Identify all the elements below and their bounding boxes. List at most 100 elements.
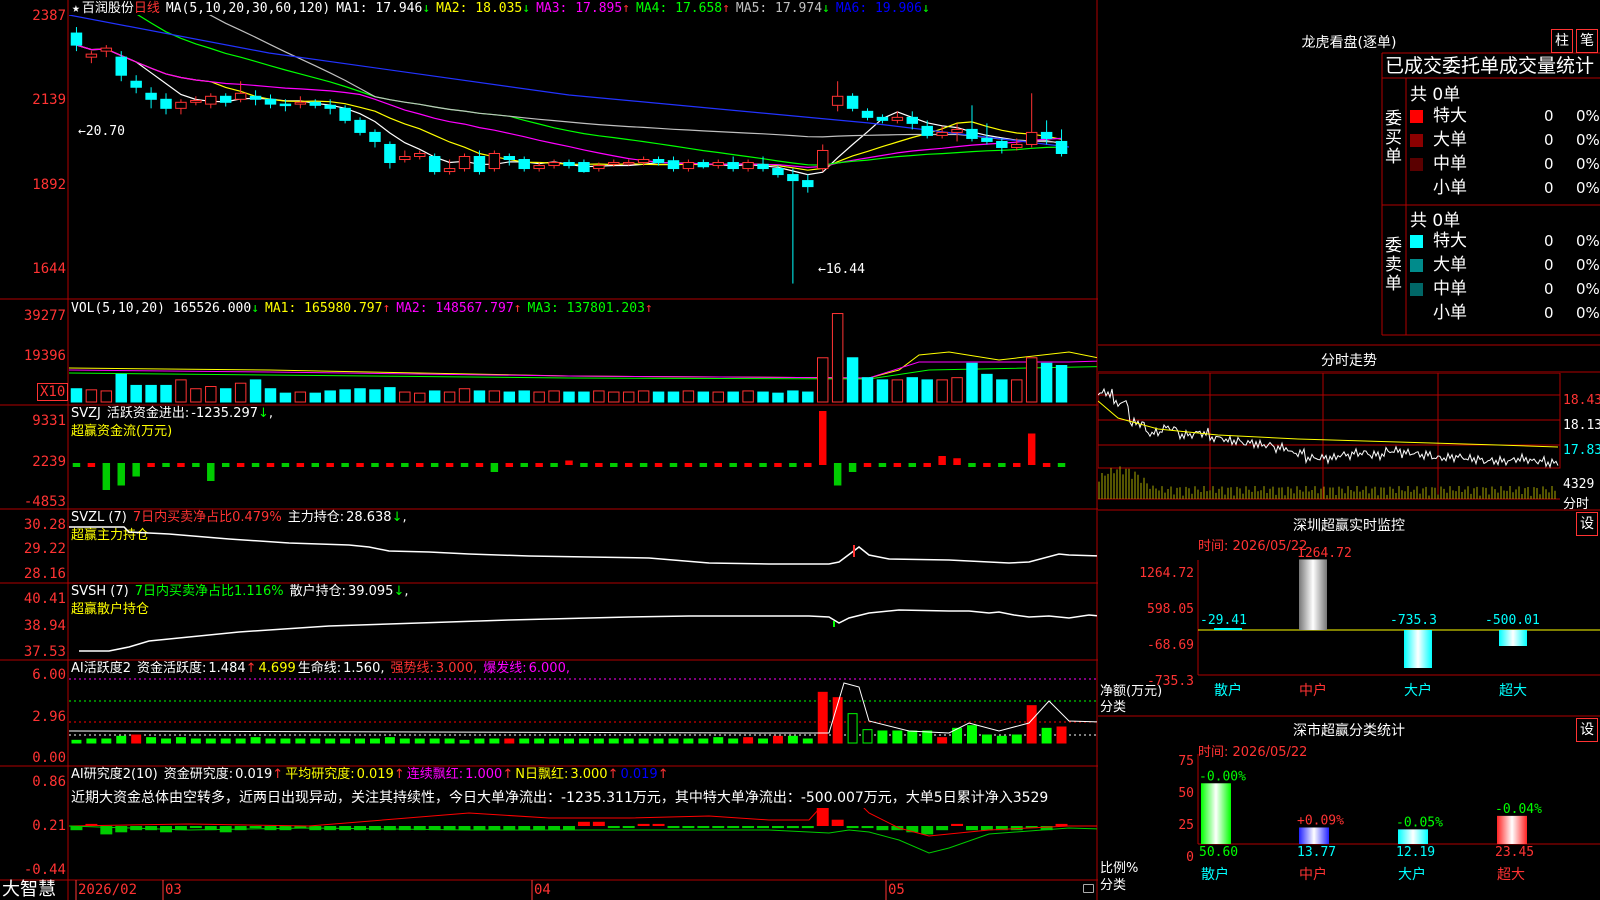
candle: [219, 95, 232, 103]
lock-icon[interactable]: [1083, 884, 1094, 893]
candle: [727, 162, 739, 170]
activity-bar: [474, 738, 485, 744]
activity-line: [69, 682, 1097, 734]
activity-bar: [369, 738, 380, 744]
volume-bar: [518, 390, 530, 403]
sell-name: 大单: [1433, 255, 1467, 275]
activity-bar: [713, 737, 724, 744]
sell-count: 0: [1544, 232, 1554, 250]
ss-bar: [1299, 827, 1329, 844]
candle: [757, 163, 769, 170]
candle: [324, 104, 336, 109]
svzj-bar: [863, 463, 872, 467]
activity-bar: [593, 738, 604, 744]
ss-stat-chart[interactable]: -0.00% 50.60 散户 +0.09% 13.77 中户 -0.05% 12.19 大户 -…: [1098, 744, 1600, 900]
research-bar: [369, 826, 381, 831]
volume-bar: [772, 392, 784, 403]
intraday-chart[interactable]: [1098, 373, 1600, 509]
svzl-line-chart[interactable]: [69, 510, 1097, 583]
ai2-v4: 3.000: [570, 767, 608, 782]
sell-pct: 0%: [1576, 232, 1600, 250]
research-bar: [861, 826, 874, 829]
svzj-bar: [624, 463, 633, 467]
candle: [414, 152, 426, 158]
svzj-bar: [430, 463, 439, 467]
sz-monitor-chart[interactable]: -29.41 散户 1264.72 中户 -735.3 大户 -500.01 超大: [1098, 540, 1600, 715]
main-header: ★ 百润股份日线 MA(5,10,20,30,60,120) MA1: 17.946↓…: [72, 1, 942, 16]
ss-bar-value: 13.77: [1297, 845, 1336, 860]
sell-pct: 0%: [1576, 256, 1600, 274]
buy-pct: 0%: [1576, 155, 1600, 173]
activity-bar: [444, 738, 455, 744]
ma-indicator-6: MA6: 19.906: [835, 1, 922, 16]
ss-bar-delta: -0.04%: [1495, 802, 1542, 817]
volume-chart[interactable]: [69, 300, 1097, 404]
research-bar: [757, 826, 769, 829]
sz-settings-button[interactable]: 设: [1576, 512, 1598, 536]
svzj-bar: [207, 463, 215, 481]
sell-count: 0: [1544, 304, 1554, 322]
activity-bar: [578, 738, 589, 744]
vol-unit: X10: [37, 383, 69, 401]
buy-row: 中单 0 0%: [1410, 152, 1600, 176]
svzj-bar: [1027, 433, 1036, 465]
ma-indicator-5: MA5: 17.974: [735, 1, 823, 16]
period-label[interactable]: 日线: [134, 1, 160, 16]
ai1-chart[interactable]: [69, 661, 1097, 765]
sell-label: 委卖单: [1385, 236, 1402, 294]
activity-bar: [549, 738, 560, 744]
vol-y-tick: 19396: [23, 348, 66, 364]
svzj-y-tick: -4853: [23, 494, 66, 510]
ma-arrow-3: ↑: [622, 1, 630, 16]
volume-bar: [190, 388, 202, 403]
candle: [473, 156, 486, 173]
ma-line-4: [137, 15, 1062, 166]
svzj-bar: [953, 458, 961, 465]
candle: [1011, 143, 1023, 148]
volume-bar: [234, 382, 247, 403]
ss-settings-button[interactable]: 设: [1576, 718, 1598, 742]
ai2-arrow5: ↑: [657, 767, 669, 782]
research-bar: [383, 826, 396, 831]
svzj-bar: [177, 463, 185, 467]
research-bar: [637, 823, 650, 826]
candlestick-chart[interactable]: [69, 15, 1097, 298]
svzj-bar: [1057, 463, 1066, 467]
activity-bar: [325, 738, 336, 744]
candle: [160, 98, 172, 109]
research-bar: [115, 826, 128, 833]
volume-bar: [205, 386, 217, 403]
candle: [145, 92, 157, 100]
research-bar: [652, 823, 665, 826]
volume-bar: [652, 391, 665, 403]
sell-color-swatch: [1410, 306, 1423, 320]
activity-bar: [787, 735, 798, 744]
volume-bar: [1011, 379, 1023, 403]
sell-row: 大单 0 0%: [1410, 253, 1600, 277]
activity-bar: [758, 738, 769, 744]
activity-bar: [131, 734, 142, 744]
svzj-chart[interactable]: [69, 406, 1097, 508]
svzj-bar: [386, 463, 394, 467]
main-y-tick: 2139: [32, 92, 66, 108]
candle: [593, 165, 605, 170]
main-chart-area: ★ 百润股份日线 MA(5,10,20,30,60,120) MA1: 17.946↓…: [0, 0, 1098, 900]
svzj-bar: [684, 463, 693, 467]
activity-bar: [399, 738, 410, 744]
svzj-bar: [1042, 463, 1051, 467]
ma-indicator-2: MA2: 18.035: [436, 1, 523, 16]
bar-view-button[interactable]: 柱: [1551, 29, 1573, 53]
date-ticks: [75, 880, 887, 900]
sz-bar-value: -29.41: [1200, 613, 1247, 628]
candle: [981, 137, 993, 142]
stock-name[interactable]: 百润股份: [82, 1, 134, 16]
svsh-line-chart[interactable]: [69, 584, 1097, 660]
volume-bar: [503, 391, 516, 403]
ai2-chart[interactable]: [69, 808, 1097, 878]
candle: [279, 103, 292, 107]
high-price-label: ←20.70: [78, 124, 125, 139]
volume-bar: [354, 388, 366, 403]
svzj-bar: [266, 463, 275, 467]
svzj-bar: [1013, 463, 1021, 467]
tick-view-button[interactable]: 笔: [1576, 29, 1598, 53]
